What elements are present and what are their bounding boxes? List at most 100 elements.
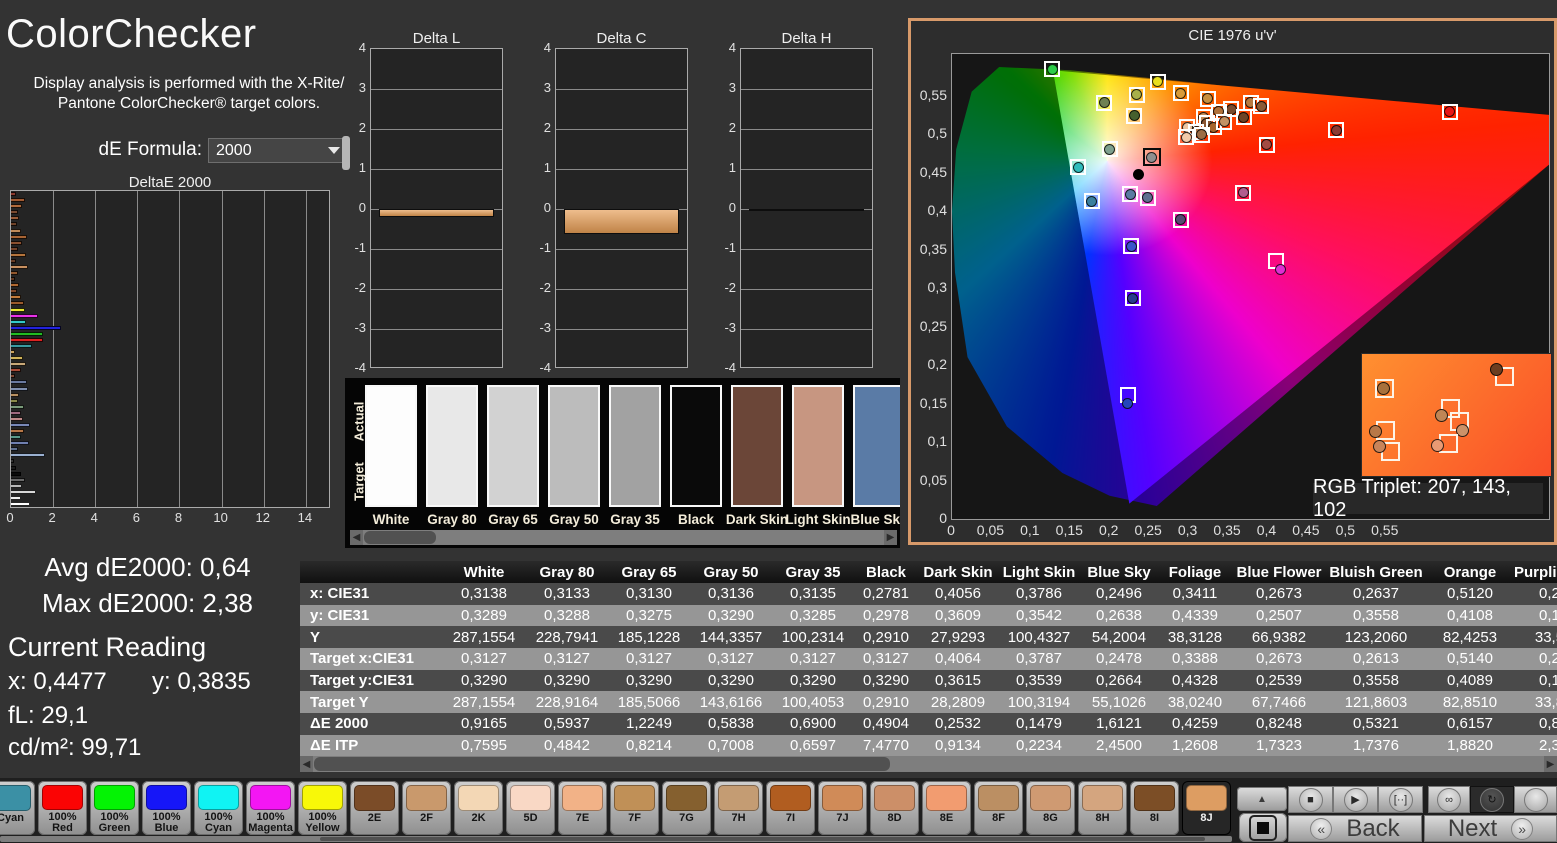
pattern-button-2f[interactable]: 2F [402, 781, 451, 835]
pattern-button-2k[interactable]: 2K [454, 781, 503, 835]
pattern-button-7e[interactable]: 7E [558, 781, 607, 835]
table-row: x: CIE310,31380,31330,31300,31360,31350,… [300, 583, 1557, 605]
stop-button[interactable]: ■ [1288, 786, 1333, 813]
cie-x-tick: 0,25 [1130, 522, 1166, 538]
pattern-button-8i[interactable]: 8I [1130, 781, 1179, 835]
blank-button[interactable] [1514, 786, 1557, 813]
y-tick-label: 2 [714, 120, 736, 135]
cie-y-tick: 0,45 [913, 164, 947, 180]
gridline [95, 191, 96, 507]
window-pattern-button[interactable] [1239, 813, 1287, 842]
de-formula-dropdown[interactable]: 2000 [208, 138, 345, 163]
deltae-bar [11, 271, 18, 275]
pattern-button-label: 2E [368, 813, 381, 825]
pattern-button-8f[interactable]: 8F [974, 781, 1023, 835]
back-chevrons-icon: « [1310, 818, 1332, 840]
table-cell: 0,6597 [772, 737, 854, 754]
y-tick-label: 1 [344, 160, 366, 175]
patch-strip-scrollbar[interactable]: ◀ ▶ [350, 530, 897, 545]
table-cell: 82,8510 [1426, 694, 1514, 711]
table-cell: 0,3290 [608, 672, 690, 689]
measured-point [1126, 241, 1137, 252]
pattern-button-7g[interactable]: 7G [662, 781, 711, 835]
deltae-bar [11, 496, 21, 500]
table-cell: 143,6166 [690, 694, 772, 711]
column-header: Gray 50 [690, 564, 772, 581]
patch-swatch [792, 385, 844, 507]
pattern-button-8g[interactable]: 8G [1026, 781, 1075, 835]
next-label: Next [1448, 815, 1497, 843]
table-scroll-left-icon[interactable]: ◀ [300, 756, 313, 772]
pattern-button-100-blue[interactable]: 100% Blue [142, 781, 191, 835]
refresh-button[interactable]: ↻ [1470, 786, 1514, 813]
play-button[interactable]: ▶ [1333, 786, 1378, 813]
measured-point [1125, 189, 1136, 200]
deltae-bar [11, 241, 22, 245]
pattern-button-8d[interactable]: 8D [870, 781, 919, 835]
table-cell: 0,4064 [918, 650, 998, 667]
pattern-color-chip [1082, 785, 1123, 811]
table-cell: 100,2314 [772, 629, 854, 646]
table-cell: 0,3388 [1158, 650, 1232, 667]
y-tick-label: 3 [529, 80, 551, 95]
measured-point [1181, 132, 1192, 143]
deltae-bar [11, 387, 28, 391]
scroll-right-icon[interactable]: ▶ [884, 530, 897, 545]
pattern-button-8j[interactable]: 8J [1182, 781, 1231, 835]
column-header: Light Skin [998, 564, 1080, 581]
pattern-scrollbar[interactable] [0, 836, 1232, 842]
pattern-button-100-green[interactable]: 100% Green [90, 781, 139, 835]
patch-swatch [670, 385, 722, 507]
pattern-scroll-thumb[interactable] [320, 837, 1205, 841]
pattern-button-2e[interactable]: 2E [350, 781, 399, 835]
delta-chart [740, 48, 873, 368]
patch-scroll-thumb[interactable] [364, 531, 436, 544]
pattern-button-100-magenta[interactable]: 100% Magenta [246, 781, 295, 835]
delta-chart-title: Delta L [370, 30, 503, 47]
pattern-button-100-cyan[interactable]: 100% Cyan [194, 781, 243, 835]
pattern-color-chip [0, 785, 31, 811]
pattern-button-8e[interactable]: 8E [922, 781, 971, 835]
pattern-button-5d[interactable]: 5D [506, 781, 555, 835]
pattern-color-chip [614, 785, 655, 811]
x-tick-label: 10 [211, 510, 231, 525]
table-row: y: CIE310,32890,32880,32750,32900,32850,… [300, 605, 1557, 627]
pattern-button-100-red[interactable]: 100% Red [38, 781, 87, 835]
column-header: Gray 80 [526, 564, 608, 581]
table-scrollbar[interactable]: ◀ ▶ [300, 756, 1557, 772]
cie-x-tick: 0,15 [1051, 522, 1087, 538]
table-cell: 0,7595 [442, 737, 526, 754]
next-button[interactable]: Next » [1424, 815, 1557, 842]
bracket-dots-button[interactable]: [··] [1378, 786, 1423, 813]
x-reading: x: 0,4477 [8, 668, 107, 696]
pattern-button-cyan[interactable]: Cyan [0, 781, 35, 835]
cie-y-tick: 0,3 [913, 279, 947, 295]
cie-panel: CIE 1976 u'v' 0,550,50,450,40,350,30,250… [908, 18, 1557, 545]
pattern-button-7h[interactable]: 7H [714, 781, 763, 835]
deltae-bar [11, 289, 17, 293]
scroll-left-icon[interactable]: ◀ [350, 530, 363, 545]
table-cell: 0,3127 [854, 650, 918, 667]
gridline [741, 169, 872, 170]
pattern-button-7f[interactable]: 7F [610, 781, 659, 835]
table-cell: 0,6157 [1426, 715, 1514, 732]
pattern-button-label: 7H [731, 813, 745, 825]
y-tick-label: 0 [344, 200, 366, 215]
back-button[interactable]: « Back [1288, 815, 1422, 842]
collapse-up-button[interactable]: ▲ [1237, 787, 1287, 811]
deltae-bar [11, 399, 18, 403]
y-tick-label: 4 [529, 40, 551, 55]
pattern-color-chip [1134, 785, 1175, 811]
table-cell: 0,3127 [690, 650, 772, 667]
pattern-button-100-yellow[interactable]: 100% Yellow [298, 781, 347, 835]
infinity-button[interactable]: ∞ [1428, 786, 1470, 813]
pattern-button-7j[interactable]: 7J [818, 781, 867, 835]
table-cell: 121,8603 [1326, 694, 1426, 711]
pattern-button-8h[interactable]: 8H [1078, 781, 1127, 835]
table-scroll-right-icon[interactable]: ▶ [1544, 756, 1557, 772]
y-tick-label: -1 [529, 240, 551, 255]
pattern-button-7i[interactable]: 7I [766, 781, 815, 835]
deltae-bar [11, 490, 36, 494]
table-cell: 0,7008 [690, 737, 772, 754]
table-scroll-thumb[interactable] [314, 757, 890, 771]
